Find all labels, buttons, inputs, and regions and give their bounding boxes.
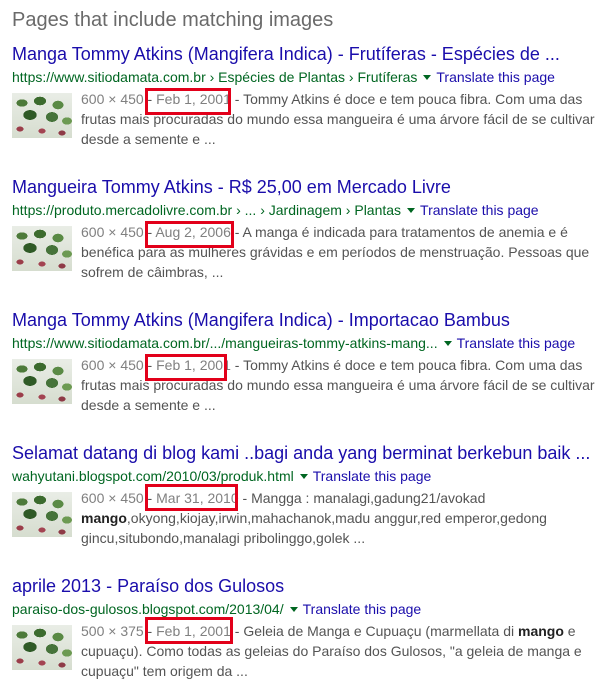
image-dimensions: 600 × 450 bbox=[81, 357, 144, 373]
result-snippet: 600 × 450 - Feb 1, 2001 - Tommy Atkins é… bbox=[81, 91, 595, 147]
result-thumbnail[interactable] bbox=[12, 625, 72, 670]
section-title: Pages that include matching images bbox=[12, 9, 334, 31]
result-date: Mar 31, 2010 bbox=[156, 490, 239, 506]
image-dimensions: 600 × 450 bbox=[81, 490, 144, 506]
caret-down-icon[interactable] bbox=[289, 606, 298, 612]
translate-link[interactable]: Translate this page bbox=[436, 69, 555, 85]
result-title-link[interactable]: aprile 2013 - Paraíso dos Gulosos bbox=[12, 575, 604, 597]
result-thumbnail[interactable] bbox=[12, 492, 72, 537]
result-body: 600 × 450 - Feb 1, 2001 - Tommy Atkins é… bbox=[12, 355, 604, 419]
translate-link[interactable]: Translate this page bbox=[303, 601, 422, 617]
result-url-line: wahyutani.blogspot.com/2010/03/produk.ht… bbox=[12, 467, 604, 485]
search-result: Mangueira Tommy Atkins - R$ 25,00 em Mer… bbox=[12, 176, 604, 286]
snippet-text: ,okyong,kiojay,irwin,mahachanok,madu ang… bbox=[81, 510, 547, 546]
result-date: Feb 1, 2001 bbox=[156, 91, 231, 107]
result-url[interactable]: paraiso-dos-gulosos.blogspot.com/2013/04… bbox=[12, 601, 284, 617]
result-url[interactable]: wahyutani.blogspot.com/2010/03/produk.ht… bbox=[12, 468, 294, 484]
result-url[interactable]: https://produto.mercadolivre.com.br › ..… bbox=[12, 202, 401, 218]
caret-down-icon[interactable] bbox=[299, 473, 308, 479]
result-url-line: https://www.sitiodamata.com.br/.../mangu… bbox=[12, 334, 604, 352]
result-url-line: https://produto.mercadolivre.com.br › ..… bbox=[12, 201, 604, 219]
translate-link[interactable]: Translate this page bbox=[313, 468, 432, 484]
snippet-bold: mango bbox=[518, 623, 564, 639]
result-date: Feb 1, 2001 bbox=[156, 623, 231, 639]
search-result: Manga Tommy Atkins (Mangifera Indica) - … bbox=[12, 309, 604, 419]
search-results-page: Pages that include matching images Manga… bbox=[0, 0, 610, 691]
result-title-link[interactable]: Manga Tommy Atkins (Mangifera Indica) - … bbox=[12, 309, 604, 331]
search-result: aprile 2013 - Paraíso dos Gulosos parais… bbox=[12, 575, 604, 685]
translate-link[interactable]: Translate this page bbox=[457, 335, 576, 351]
caret-down-icon[interactable] bbox=[423, 74, 432, 80]
result-snippet: 600 × 450 - Mar 31, 2010 - Mangga : mana… bbox=[81, 490, 547, 546]
result-url[interactable]: https://www.sitiodamata.com.br/.../mangu… bbox=[12, 335, 438, 351]
snippet-bold: mango bbox=[81, 510, 127, 526]
result-title-link[interactable]: Mangueira Tommy Atkins - R$ 25,00 em Mer… bbox=[12, 176, 604, 198]
search-result: Manga Tommy Atkins (Mangifera Indica) - … bbox=[12, 43, 604, 153]
result-body: 500 × 375 - Feb 1, 2001 - Geleia de Mang… bbox=[12, 621, 604, 685]
image-dimensions: 500 × 375 bbox=[81, 623, 144, 639]
result-title-link[interactable]: Manga Tommy Atkins (Mangifera Indica) - … bbox=[12, 43, 604, 65]
result-snippet: 500 × 375 - Feb 1, 2001 - Geleia de Mang… bbox=[81, 623, 582, 679]
image-dimensions: 600 × 450 bbox=[81, 224, 144, 240]
result-thumbnail[interactable] bbox=[12, 359, 72, 404]
search-result: Selamat datang di blog kami ..bagi anda … bbox=[12, 442, 604, 552]
result-url-line: paraiso-dos-gulosos.blogspot.com/2013/04… bbox=[12, 600, 604, 618]
caret-down-icon[interactable] bbox=[407, 207, 416, 213]
result-date: Aug 2, 2006 bbox=[155, 224, 231, 240]
result-date: Feb 1, 2001 bbox=[156, 357, 231, 373]
result-url-line: https://www.sitiodamata.com.br › Espécie… bbox=[12, 68, 604, 86]
result-thumbnail[interactable] bbox=[12, 226, 72, 271]
result-title-link[interactable]: Selamat datang di blog kami ..bagi anda … bbox=[12, 442, 604, 464]
snippet-text: Geleia de Manga e Cupuaçu (marmellata di bbox=[243, 623, 519, 639]
result-body: 600 × 450 - Feb 1, 2001 - Tommy Atkins é… bbox=[12, 89, 604, 153]
snippet-text: Mangga : manalagi,gadung21/avokad bbox=[251, 490, 486, 506]
result-body: 600 × 450 - Aug 2, 2006 - A manga é indi… bbox=[12, 222, 604, 286]
result-snippet: 600 × 450 - Feb 1, 2001 - Tommy Atkins é… bbox=[81, 357, 595, 413]
caret-down-icon[interactable] bbox=[443, 340, 452, 346]
image-dimensions: 600 × 450 bbox=[81, 91, 144, 107]
result-body: 600 × 450 - Mar 31, 2010 - Mangga : mana… bbox=[12, 488, 604, 552]
translate-link[interactable]: Translate this page bbox=[420, 202, 539, 218]
result-snippet: 600 × 450 - Aug 2, 2006 - A manga é indi… bbox=[81, 224, 590, 280]
result-url[interactable]: https://www.sitiodamata.com.br › Espécie… bbox=[12, 69, 417, 85]
result-thumbnail[interactable] bbox=[12, 93, 72, 138]
